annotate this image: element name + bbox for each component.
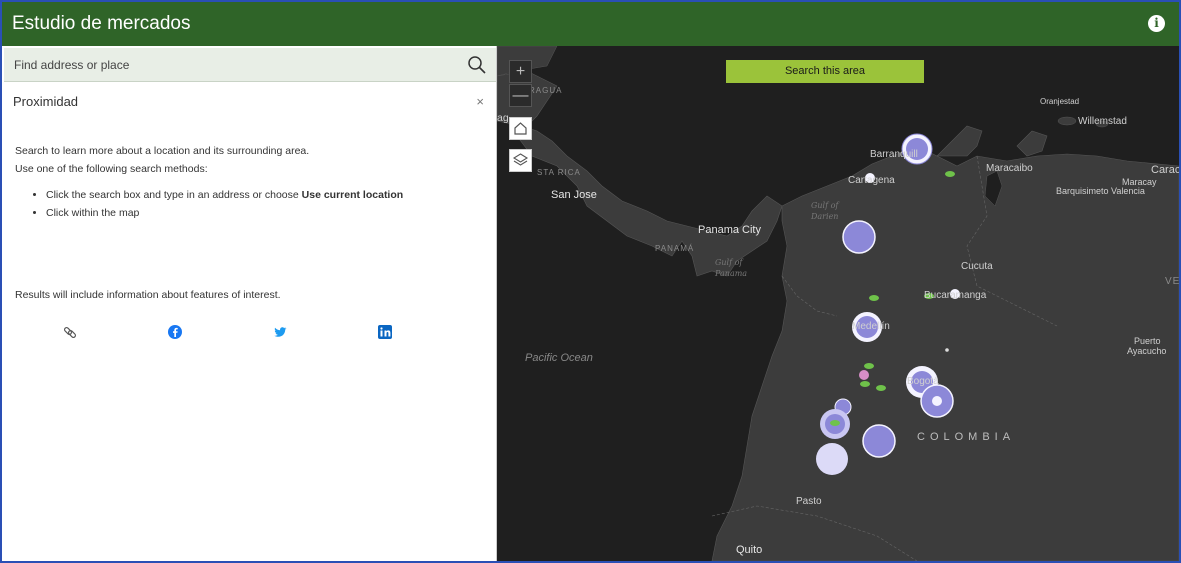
label-medellin: Medellín xyxy=(852,321,890,332)
search-icon[interactable] xyxy=(466,54,488,76)
label-puerto-ayacucho-1: Puerto xyxy=(1134,336,1161,346)
intro-text-methods: Use one of the following search methods: xyxy=(15,163,208,175)
panel-title: Proximidad xyxy=(13,94,79,109)
label-pasto: Pasto xyxy=(796,496,822,507)
results-text: Results will include information about f… xyxy=(15,289,281,301)
link-icon[interactable] xyxy=(62,324,78,340)
label-cucuta: Cucuta xyxy=(961,261,993,272)
search-this-area-button[interactable]: Search this area xyxy=(726,60,924,83)
list-item: Click within the map xyxy=(46,207,403,219)
label-gulf-darien-2: Darien xyxy=(811,212,839,221)
zoom-out-button[interactable]: — xyxy=(509,84,532,107)
twitter-icon[interactable] xyxy=(272,324,288,340)
label-san-jose: San Jose xyxy=(551,189,597,201)
sidebar-panel: Proximidad × Search to learn more about … xyxy=(4,46,497,561)
label-colombia: COLOMBIA xyxy=(917,431,1016,443)
label-panama: PANAMÁ xyxy=(655,244,695,253)
search-bar xyxy=(4,48,496,82)
use-current-location-text: Use current location xyxy=(301,189,404,201)
label-willemstad: Willemstad xyxy=(1078,116,1127,127)
label-ag: ag xyxy=(497,112,509,124)
basemap xyxy=(497,46,1179,561)
label-pacific-ocean: Pacific Ocean xyxy=(525,352,593,364)
label-venezuela: VE xyxy=(1165,276,1179,287)
label-barquisimeto: Barquisimeto Valencia xyxy=(1056,186,1145,196)
facebook-icon[interactable] xyxy=(167,324,183,340)
label-panama-city: Panama City xyxy=(698,224,761,236)
label-caracas: Carac xyxy=(1151,164,1179,176)
label-cartagena: Cartagena xyxy=(848,175,895,186)
label-gulf-panama-1: Gulf of xyxy=(715,258,743,267)
label-nicaragua: RAGUA xyxy=(529,86,563,95)
header-bar: Estudio de mercados i xyxy=(2,2,1179,46)
label-gulf-darien-1: Gulf of xyxy=(811,201,839,210)
close-icon[interactable]: × xyxy=(476,94,484,109)
info-icon[interactable]: i xyxy=(1148,15,1165,32)
label-bucaramanga: Bucaramanga xyxy=(924,290,987,301)
zoom-in-button[interactable]: + xyxy=(509,60,532,83)
label-puerto-ayacucho-2: Ayacucho xyxy=(1127,346,1167,356)
home-icon[interactable] xyxy=(509,117,532,140)
intro-text: Search to learn more about a location an… xyxy=(15,145,310,157)
label-costa-rica: STA RICA xyxy=(537,168,581,177)
label-barranquilla: Barranquill xyxy=(870,149,918,160)
label-bogota: Bogotá xyxy=(907,376,939,387)
label-oranjestad: Oranjestad xyxy=(1040,97,1080,106)
search-methods-list: Click the search box and type in an addr… xyxy=(34,189,403,225)
label-gulf-panama-2: Panama xyxy=(715,269,748,278)
app-title: Estudio de mercados xyxy=(12,13,191,34)
layers-icon[interactable] xyxy=(509,149,532,172)
search-input[interactable] xyxy=(4,48,444,81)
linkedin-icon[interactable] xyxy=(377,324,393,340)
map-view[interactable]: RAGUA ag STA RICA PANAMÁ COLOMBIA Pacifi… xyxy=(497,46,1179,561)
label-quito: Quito xyxy=(736,544,763,556)
list-item: Click the search box and type in an addr… xyxy=(46,189,403,201)
label-maracaibo: Maracaibo xyxy=(986,163,1033,174)
